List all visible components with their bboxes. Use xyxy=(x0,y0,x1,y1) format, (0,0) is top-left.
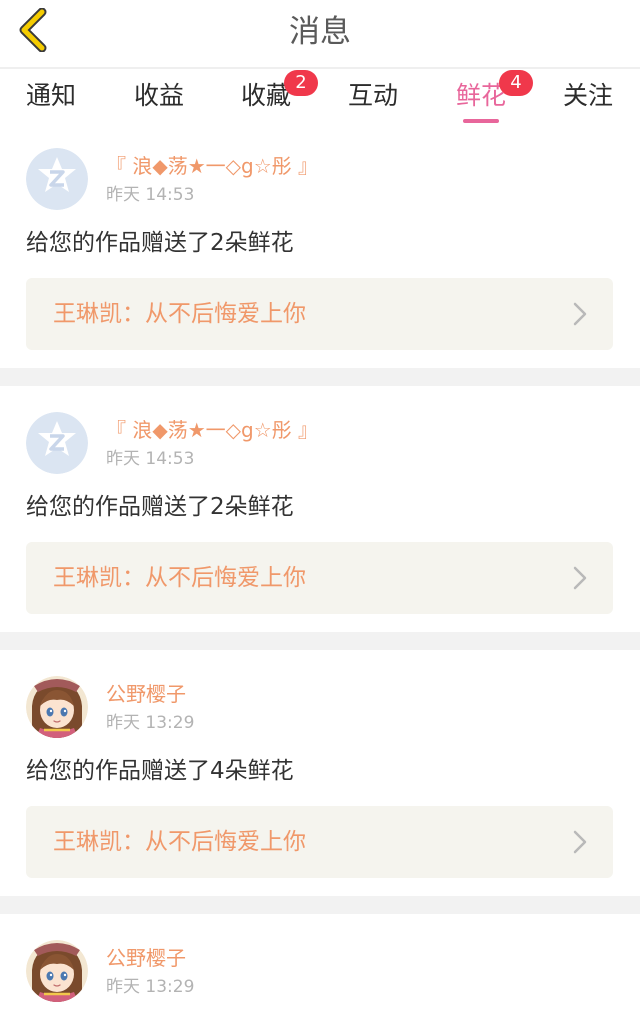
timestamp: 昨天 13:29 xyxy=(106,713,195,733)
feed-item: 『 浪◆荡★一◇g☆彤 』 昨天 14:53 给您的作品赠送了2朵鲜花 王琳凯：… xyxy=(0,386,640,632)
tab-label: 收益 xyxy=(134,81,185,110)
timestamp: 昨天 14:53 xyxy=(106,449,195,469)
gift-message: 给您的作品赠送了4朵鲜花 xyxy=(26,758,294,784)
tab-following[interactable]: 关注 xyxy=(563,81,613,111)
unread-badge: 4 xyxy=(499,70,533,96)
default-avatar-icon xyxy=(26,412,88,474)
work-title: 王琳凯：从不后悔爱上你 xyxy=(53,829,306,855)
chevron-right-icon xyxy=(573,830,587,854)
work-link[interactable]: 王琳凯：从不后悔爱上你 xyxy=(26,278,613,350)
gift-message: 给您的作品赠送了2朵鲜花 xyxy=(26,494,294,520)
tab-label: 互动 xyxy=(348,81,399,110)
divider xyxy=(0,368,640,386)
unread-badge: 2 xyxy=(284,70,318,96)
gift-message: 给您的作品赠送了2朵鲜花 xyxy=(26,230,294,256)
tab-favorites[interactable]: 收藏 2 xyxy=(241,70,318,111)
active-tab-indicator xyxy=(463,119,499,123)
username[interactable]: 『 浪◆荡★一◇g☆彤 』 xyxy=(106,418,318,442)
avatar[interactable] xyxy=(26,148,88,210)
feed-item: 公野樱子 昨天 13:29 给您的作品赠送了4朵鲜花 王琳凯：从不后悔爱上你 xyxy=(0,650,640,896)
tab-label: 关注 xyxy=(563,81,614,110)
work-title: 王琳凯：从不后悔爱上你 xyxy=(53,301,306,327)
work-title: 王琳凯：从不后悔爱上你 xyxy=(53,565,306,591)
timestamp: 昨天 13:29 xyxy=(106,977,195,997)
username[interactable]: 『 浪◆荡★一◇g☆彤 』 xyxy=(106,154,318,178)
anime-girl-avatar xyxy=(26,940,88,1002)
anime-girl-avatar xyxy=(26,676,88,738)
feed-item: 『 浪◆荡★一◇g☆彤 』 昨天 14:53 给您的作品赠送了2朵鲜花 王琳凯：… xyxy=(0,127,640,368)
divider xyxy=(0,896,640,914)
page-title: 消息 xyxy=(289,14,351,50)
tab-label: 通知 xyxy=(26,81,77,110)
avatar[interactable] xyxy=(26,676,88,738)
tab-earnings[interactable]: 收益 xyxy=(134,81,184,111)
avatar[interactable] xyxy=(26,412,88,474)
username[interactable]: 公野樱子 xyxy=(106,946,186,970)
work-link[interactable]: 王琳凯：从不后悔爱上你 xyxy=(26,806,613,878)
avatar[interactable] xyxy=(26,940,88,1002)
feed-item: 公野樱子 昨天 13:29 xyxy=(0,914,640,1015)
work-link[interactable]: 王琳凯：从不后悔爱上你 xyxy=(26,542,613,614)
default-avatar-icon xyxy=(26,148,88,210)
tab-interactions[interactable]: 互动 xyxy=(348,81,398,111)
tab-bar: 通知 收益 收藏 2 互动 鲜花 4 关注 xyxy=(0,69,640,127)
chevron-right-icon xyxy=(573,566,587,590)
tab-flowers[interactable]: 鲜花 4 xyxy=(456,70,533,111)
chevron-right-icon xyxy=(573,302,587,326)
timestamp: 昨天 14:53 xyxy=(106,185,195,205)
messages-screen: 消息 通知 收益 收藏 2 互动 鲜花 4 关注 『 浪◆荡★一◇g☆彤 』 昨… xyxy=(0,0,640,1015)
header: 消息 xyxy=(0,0,640,66)
tab-notifications[interactable]: 通知 xyxy=(26,81,76,111)
divider xyxy=(0,632,640,650)
username[interactable]: 公野樱子 xyxy=(106,682,186,706)
